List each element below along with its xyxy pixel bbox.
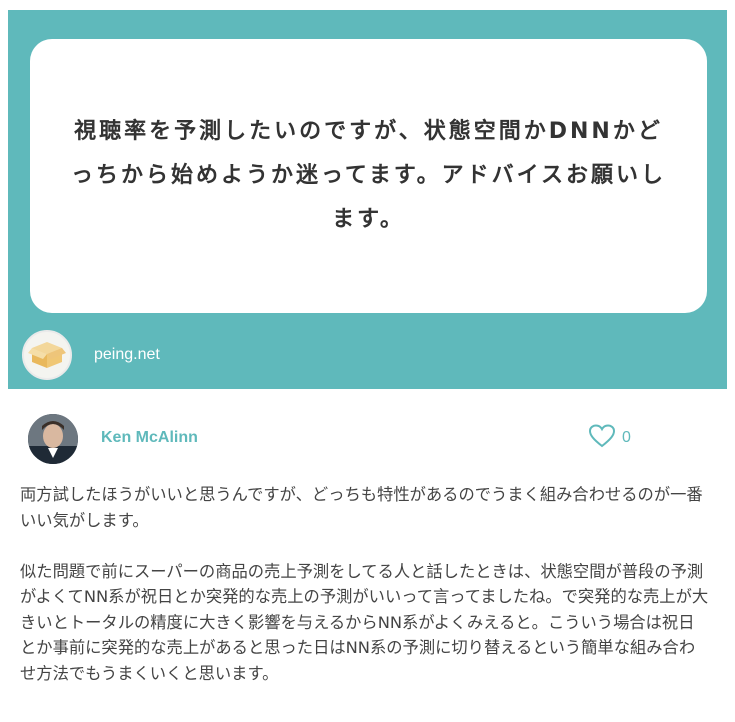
brand-site-name: peing.net	[94, 346, 160, 363]
question-card: 視聴率を予測したいのですが、状態空間かDNNかどっちから始めようか迷ってます。ア…	[8, 10, 727, 389]
author-name[interactable]: Ken McAlinn	[101, 429, 198, 447]
avatar[interactable]	[28, 414, 78, 464]
brand-row[interactable]: peing.net	[22, 330, 160, 380]
answer-paragraph: 似た問題で前にスーパーの商品の売上予測をしてる人と話したときは、状態空間が普段の…	[20, 561, 709, 683]
answer-body: 両方試したほうがいいと思うんですが、どっちも特性があるのでうまく組み合わせるのが…	[20, 482, 710, 686]
question-text: 視聴率を予測したいのですが、状態空間かDNNかどっちから始めようか迷ってます。ア…	[71, 119, 666, 232]
answer-header: Ken McAlinn 0	[28, 414, 708, 468]
question-bubble: 視聴率を予測したいのですが、状態空間かDNNかどっちから始めようか迷ってます。ア…	[30, 39, 707, 313]
like-button[interactable]: 0	[588, 424, 631, 452]
like-count: 0	[622, 429, 631, 446]
answer-paragraph: 両方試したほうがいいと思うんですが、どっちも特性があるのでうまく組み合わせるのが…	[20, 485, 703, 530]
box-icon	[22, 330, 72, 380]
heart-outline-icon[interactable]	[588, 424, 616, 452]
